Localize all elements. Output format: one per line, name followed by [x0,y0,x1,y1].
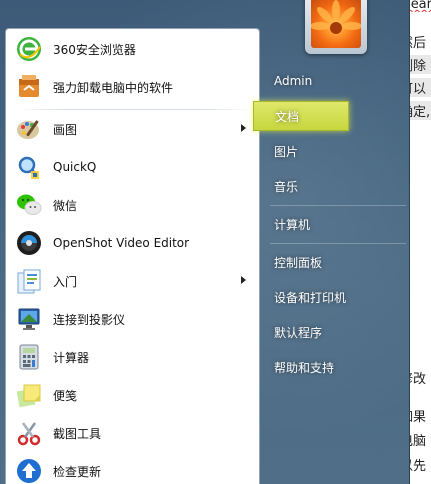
program-label: 截图工具 [53,426,102,441]
program-quickq[interactable]: QuickQ [10,149,256,185]
wechat-icon [14,190,44,220]
program-label: 检查更新 [53,464,102,479]
program-uninstall[interactable]: 强力卸载电脑中的软件 [10,69,256,105]
separator [18,109,250,110]
devices-printers-link[interactable]: 设备和打印机 [266,282,409,312]
program-label: 连接到投影仪 [53,312,126,327]
program-label: 360安全浏览器 [53,42,136,57]
start-menu: 360安全浏览器 强力卸载电脑中的软件 画图 QuickQ 微信 OpenSho… [0,0,410,484]
program-check-update[interactable]: 检查更新 [10,453,256,484]
user-picture[interactable] [305,0,367,54]
flower-avatar-icon [311,0,361,48]
calculator-icon [14,342,44,372]
360-browser-icon [14,34,44,64]
check-update-icon [14,456,44,484]
help-support-link[interactable]: 帮助和支持 [266,352,409,382]
program-label: 强力卸载电脑中的软件 [53,80,174,95]
separator [270,205,406,206]
program-sticky-notes[interactable]: 便笺 [10,377,256,413]
program-paint[interactable]: 画图 [10,111,256,147]
control-panel-link[interactable]: 控制面板 [266,247,409,277]
program-label: 画图 [53,122,78,137]
program-label: 入门 [53,274,78,289]
program-openshot[interactable]: OpenShot Video Editor [10,225,256,261]
submenu-arrow-icon [241,124,246,132]
paint-palette-icon [14,114,44,144]
quickq-magnifier-icon [14,152,44,182]
pictures-link[interactable]: 图片 [266,136,409,166]
program-label: 计算器 [53,350,90,365]
programs-pane: 360安全浏览器 强力卸载电脑中的软件 画图 QuickQ 微信 OpenSho… [5,28,260,484]
getting-started-icon [14,266,44,296]
program-snipping-tool[interactable]: 截图工具 [10,415,256,451]
computer-link[interactable]: 计算机 [266,209,409,239]
program-360-browser[interactable]: 360安全浏览器 [10,31,256,67]
program-wechat[interactable]: 微信 [10,187,256,223]
user-name-link[interactable]: Admin [266,66,409,96]
program-calculator[interactable]: 计算器 [10,339,256,375]
program-label: QuickQ [53,160,97,174]
program-connect-projector[interactable]: 连接到投影仪 [10,301,256,337]
uninstall-box-icon [14,72,44,102]
program-label: 微信 [53,198,78,213]
submenu-arrow-icon [241,276,246,284]
snipping-tool-icon [14,418,44,448]
music-link[interactable]: 音乐 [266,171,409,201]
program-getting-started[interactable]: 入门 [10,263,256,299]
separator [270,243,406,244]
documents-link[interactable]: 文档 [253,101,349,131]
program-label: OpenShot Video Editor [53,236,190,250]
default-programs-link[interactable]: 默认程序 [266,317,409,347]
sticky-notes-icon [14,380,44,410]
projector-icon [14,304,44,334]
program-label: 便笺 [53,388,78,403]
openshot-icon [14,228,44,258]
